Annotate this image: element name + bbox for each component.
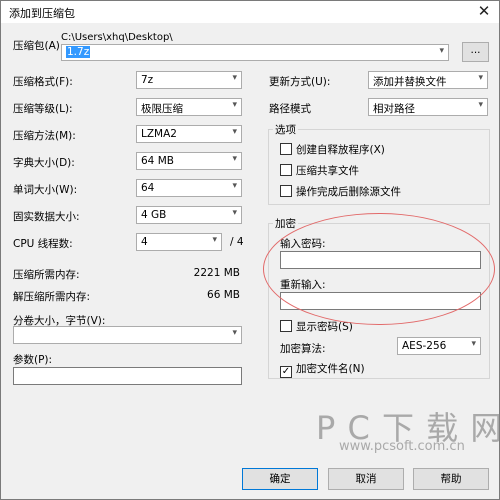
encryption-title: 加密 — [273, 216, 298, 231]
chevron-down-icon: ▾ — [232, 154, 237, 164]
chevron-down-icon: ▾ — [439, 46, 444, 56]
shared-files-label: 压缩共享文件 — [296, 165, 359, 177]
encryption-method-value: AES-256 — [402, 340, 447, 352]
update-select[interactable]: 添加并替换文件 ▾ — [368, 71, 488, 89]
archive-name-combo[interactable]: 1.7z ▾ — [61, 44, 449, 61]
level-label: 压缩等级(L): — [13, 103, 73, 115]
checkbox-box — [280, 143, 292, 155]
add-to-archive-dialog: 添加到压缩包 ✕ 压缩包(A) C:\Users\xhq\Desktop\ 1.… — [0, 0, 500, 500]
chevron-down-icon: ▾ — [478, 100, 483, 110]
archive-label: 压缩包(A) — [13, 40, 60, 52]
cpu-label: CPU 线程数: — [13, 238, 73, 250]
annotation-ellipse — [263, 213, 495, 325]
encryption-method-select[interactable]: AES-256 ▾ — [397, 337, 481, 355]
encryption-method-label: 加密算法: — [280, 343, 326, 355]
show-password-label: 显示密码(S) — [296, 321, 353, 333]
encrypt-names-checkbox[interactable]: ✓ 加密文件名(N) — [280, 361, 365, 378]
solid-label: 固实数据大小: — [13, 211, 80, 223]
word-select[interactable]: 64 ▾ — [136, 179, 242, 197]
checkmark-icon: ✓ — [280, 366, 292, 378]
chevron-down-icon: ▾ — [232, 100, 237, 110]
level-select[interactable]: 极限压缩 ▾ — [136, 98, 242, 116]
method-select[interactable]: LZMA2 ▾ — [136, 125, 242, 143]
sfx-label: 创建自释放程序(X) — [296, 144, 385, 156]
chevron-down-icon: ▾ — [232, 208, 237, 218]
cpu-select[interactable]: 4 ▾ — [136, 233, 222, 251]
checkbox-box — [280, 185, 292, 197]
params-label: 参数(P): — [13, 354, 53, 366]
format-select[interactable]: 7z ▾ — [136, 71, 242, 89]
browse-button[interactable]: ... — [462, 42, 489, 62]
checkbox-box — [280, 320, 292, 332]
chevron-down-icon: ▾ — [212, 235, 217, 245]
chevron-down-icon: ▾ — [232, 127, 237, 137]
close-icon[interactable]: ✕ — [469, 1, 499, 23]
chevron-down-icon: ▾ — [232, 328, 237, 338]
title-bar: 添加到压缩包 ✕ — [1, 1, 499, 23]
dict-value: 64 MB — [141, 155, 174, 167]
mem-compress-label: 压缩所需内存: — [13, 269, 80, 281]
pathmode-label: 路径模式 — [269, 103, 311, 115]
solid-value: 4 GB — [141, 209, 167, 221]
options-title: 选项 — [273, 122, 298, 137]
watermark-url: www.pcsoft.com.cn — [339, 439, 465, 454]
dict-label: 字典大小(D): — [13, 157, 75, 169]
archive-path: C:\Users\xhq\Desktop\ — [61, 32, 173, 43]
word-label: 单词大小(W): — [13, 184, 78, 196]
help-button[interactable]: 帮助 — [413, 468, 489, 490]
chevron-down-icon: ▾ — [232, 73, 237, 83]
split-combo[interactable]: ▾ — [13, 326, 242, 344]
pathmode-select[interactable]: 相对路径 ▾ — [368, 98, 488, 116]
encrypt-names-label: 加密文件名(N) — [296, 363, 365, 375]
solid-select[interactable]: 4 GB ▾ — [136, 206, 242, 224]
sfx-checkbox[interactable]: 创建自释放程序(X) — [280, 142, 385, 157]
dict-select[interactable]: 64 MB ▾ — [136, 152, 242, 170]
ok-button[interactable]: 确定 — [242, 468, 318, 490]
update-value: 添加并替换文件 — [373, 76, 447, 88]
method-value: LZMA2 — [141, 128, 177, 140]
mem-decompress-label: 解压缩所需内存: — [13, 291, 91, 303]
checkbox-box — [280, 164, 292, 176]
mem-compress-value: 2221 MB — [193, 267, 240, 279]
method-label: 压缩方法(M): — [13, 130, 76, 142]
chevron-down-icon: ▾ — [471, 339, 476, 349]
archive-filename: 1.7z — [66, 46, 91, 58]
cpu-max: / 4 — [230, 236, 244, 248]
delete-after-checkbox[interactable]: 操作完成后删除源文件 — [280, 184, 401, 199]
mem-decompress-value: 66 MB — [207, 289, 240, 301]
update-label: 更新方式(U): — [269, 76, 331, 88]
word-value: 64 — [141, 182, 155, 194]
format-value: 7z — [141, 74, 154, 86]
chevron-down-icon: ▾ — [232, 181, 237, 191]
pathmode-value: 相对路径 — [373, 103, 415, 115]
chevron-down-icon: ▾ — [478, 73, 483, 83]
cancel-button[interactable]: 取消 — [328, 468, 404, 490]
format-label: 压缩格式(F): — [13, 76, 73, 88]
cpu-value: 4 — [141, 236, 148, 248]
params-input[interactable] — [13, 367, 242, 385]
level-value: 极限压缩 — [141, 103, 183, 115]
delete-after-label: 操作完成后删除源文件 — [296, 186, 401, 198]
shared-files-checkbox[interactable]: 压缩共享文件 — [280, 163, 359, 178]
window-title: 添加到压缩包 — [9, 7, 75, 20]
